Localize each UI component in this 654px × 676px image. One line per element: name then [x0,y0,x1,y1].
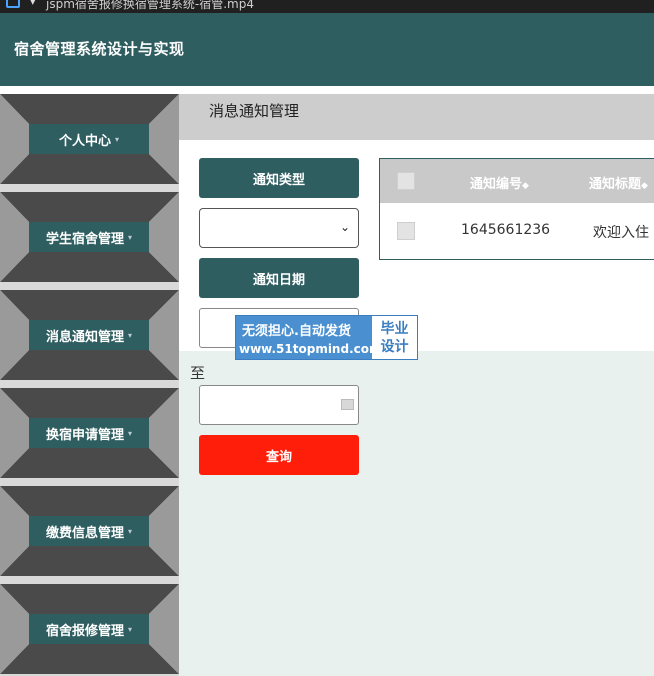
app-icon [6,0,20,8]
column-header-title[interactable]: 通知标题◆ [589,173,648,192]
sidebar-item-room-change[interactable]: 换宿申请管理 ▾ [0,388,179,478]
table-row[interactable]: 1645661236 欢迎入住 [380,203,654,259]
notice-table: 通知编号◆ 通知标题◆ 1645661236 欢迎入住 [379,158,654,260]
window-titlebar: ▾ jspm宿舍报修换宿管理系统-宿管.mp4 [0,0,654,13]
calendar-icon[interactable] [341,399,354,410]
sidebar-item-personal-center[interactable]: 个人中心 ▾ [0,94,179,184]
sidebar-item-label[interactable]: 换宿申请管理 ▾ [29,418,149,448]
watermark-badge: 无须担心.自动发货 www.51topmind.com 毕业 设计 [235,315,418,360]
caret-down-icon: ▾ [128,624,133,634]
caret-down-icon: ▾ [115,134,120,144]
watermark-tag: 毕业 设计 [372,316,417,359]
notice-date-label: 通知日期 [199,258,359,298]
sidebar-item-label[interactable]: 个人中心 ▾ [29,124,149,154]
sidebar-item-label[interactable]: 缴费信息管理 ▾ [29,516,149,546]
sidebar-item-label[interactable]: 宿舍报修管理 ▾ [29,614,149,644]
chevron-down-icon: ⌄ [339,220,350,234]
app-title: 宿舍管理系统设计与实现 [14,40,185,58]
chevron-down-icon[interactable]: ▾ [30,0,36,8]
sidebar: 个人中心 ▾ 学生宿舍管理 ▾ 消息通知管理 ▾ 换宿申请管理 ▾ 缴费信息管理… [0,94,179,676]
column-header-number[interactable]: 通知编号◆ [470,173,529,192]
query-button[interactable]: 查询 [199,435,359,475]
sidebar-item-notice-management[interactable]: 消息通知管理 ▾ [0,290,179,380]
header-divider [0,86,654,94]
sort-icon: ◆ [522,181,529,191]
watermark-text: 无须担心.自动发货 www.51topmind.com [239,324,382,356]
cell-number: 1645661236 [461,222,551,238]
window-title: jspm宿舍报修换宿管理系统-宿管.mp4 [46,0,254,11]
date-to-input[interactable] [199,385,359,425]
row-checkbox[interactable] [397,222,415,240]
caret-down-icon: ▾ [128,526,133,536]
main-content: 消息通知管理 通知类型 ⌄ 通知日期 至 查询 通知编号◆ 通知标题◆ 1645… [179,94,654,676]
sort-icon: ◆ [641,181,648,191]
sidebar-item-payment-info[interactable]: 缴费信息管理 ▾ [0,486,179,576]
caret-down-icon: ▾ [128,232,133,242]
caret-down-icon: ▾ [128,330,133,340]
sidebar-item-dorm-management[interactable]: 学生宿舍管理 ▾ [0,192,179,282]
sidebar-item-label[interactable]: 消息通知管理 ▾ [29,320,149,350]
select-all-checkbox[interactable] [397,172,415,190]
table-header: 通知编号◆ 通知标题◆ [380,159,654,203]
breadcrumb: 消息通知管理 [179,94,654,140]
notice-type-label: 通知类型 [199,158,359,198]
sidebar-item-repair-management[interactable]: 宿舍报修管理 ▾ [0,584,179,674]
caret-down-icon: ▾ [128,428,133,438]
notice-type-select[interactable]: ⌄ [199,208,359,248]
page-title: 消息通知管理 [209,102,300,120]
sidebar-item-label[interactable]: 学生宿舍管理 ▾ [29,222,149,252]
cell-title: 欢迎入住 [593,225,649,241]
app-header: 宿舍管理系统设计与实现 [0,13,654,86]
date-range-separator: 至 [190,364,206,382]
